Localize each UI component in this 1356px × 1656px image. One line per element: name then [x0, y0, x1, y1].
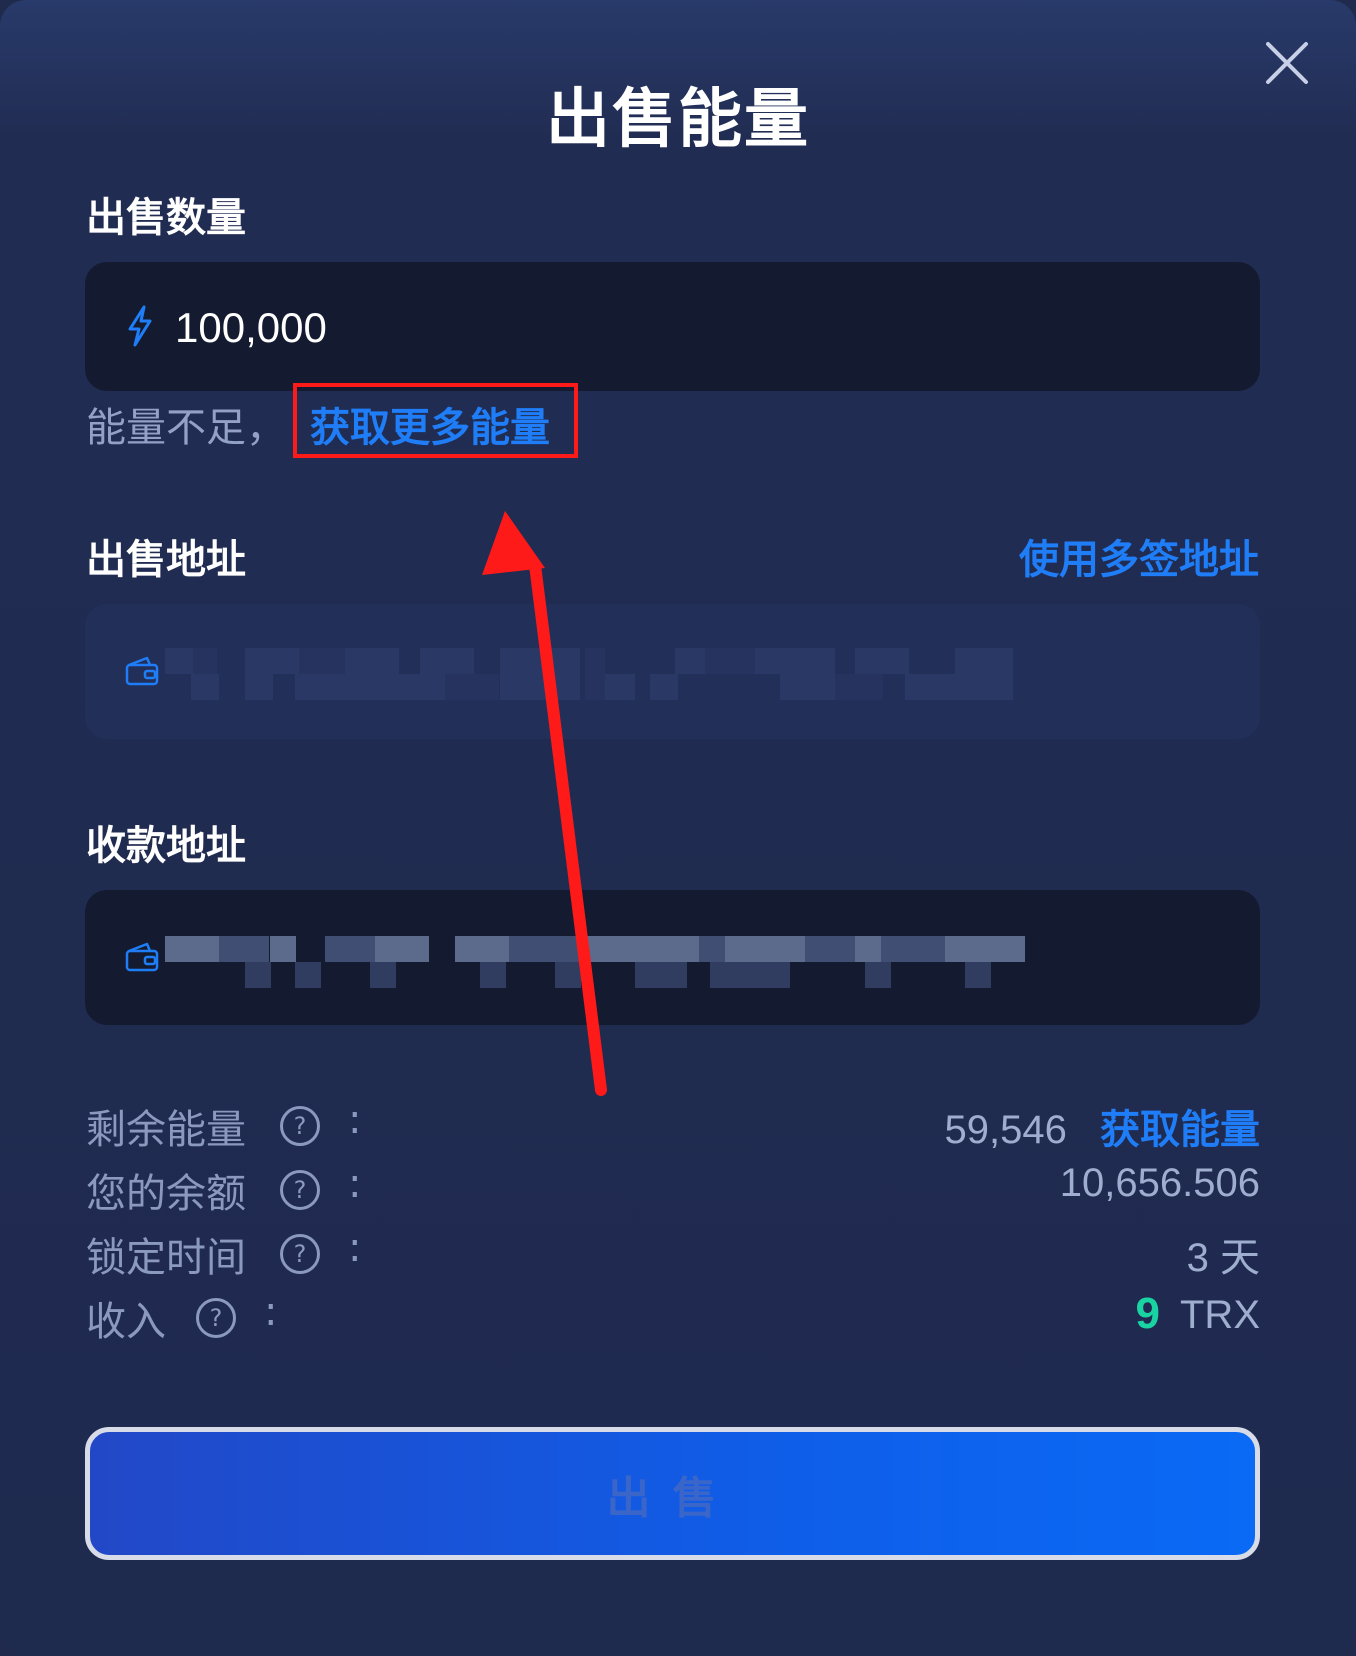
modal-title: 出售能量: [546, 83, 810, 157]
income-row: 收入 ? : 9 TRX: [86, 1289, 1260, 1345]
income-amount: 9: [1135, 1289, 1160, 1338]
sell-button[interactable]: 出售: [85, 1427, 1260, 1560]
wallet-icon: [125, 656, 159, 690]
sell-amount-input[interactable]: [173, 292, 1217, 364]
income-label: 收入: [86, 1299, 166, 1345]
remaining-energy-row: 剩余能量 ? : 59,546 获取能量: [86, 1097, 1260, 1153]
lock-time-row: 锁定时间 ? : 3 天: [86, 1225, 1260, 1281]
svg-text:?: ?: [294, 1240, 307, 1268]
insufficient-energy-text: 能量不足，: [86, 405, 286, 451]
help-icon[interactable]: ?: [279, 1169, 321, 1211]
balance-row: 您的余额 ? : 10,656.506: [86, 1161, 1260, 1217]
sell-address-label: 出售地址: [86, 537, 246, 583]
sell-amount-field[interactable]: [85, 262, 1260, 391]
svg-text:?: ?: [294, 1112, 307, 1140]
use-multisig-address-link[interactable]: 使用多签地址: [1019, 527, 1259, 585]
sell-address-field[interactable]: [85, 604, 1260, 739]
help-icon[interactable]: ?: [195, 1297, 237, 1339]
remaining-energy-value: 59,546: [944, 1108, 1067, 1152]
svg-text:?: ?: [210, 1304, 223, 1332]
lock-time-label: 锁定时间: [86, 1235, 246, 1281]
lock-time-value: 3 天: [1186, 1236, 1260, 1280]
sell-address-blurred: [165, 648, 1013, 700]
remaining-energy-label: 剩余能量: [86, 1107, 246, 1153]
receive-address-label: 收款地址: [86, 823, 246, 869]
help-icon[interactable]: ?: [279, 1105, 321, 1147]
get-energy-link[interactable]: 获取能量: [1100, 1107, 1260, 1153]
income-unit: TRX: [1180, 1293, 1260, 1337]
svg-text:?: ?: [294, 1176, 307, 1204]
receive-address-blurred: [165, 936, 1025, 988]
get-more-energy-link[interactable]: 获取更多能量: [310, 395, 550, 453]
help-icon[interactable]: ?: [279, 1233, 321, 1275]
balance-label: 您的余额: [86, 1171, 246, 1217]
balance-value: 10,656.506: [1059, 1161, 1260, 1205]
sell-energy-modal: 出售能量 出售数量 能量不足， 获取更多能量 出售地址 使用多签地址: [0, 0, 1356, 1656]
sell-amount-label: 出售数量: [86, 195, 246, 241]
lightning-icon: [125, 305, 155, 351]
wallet-icon: [125, 942, 159, 976]
receive-address-field[interactable]: [85, 890, 1260, 1025]
